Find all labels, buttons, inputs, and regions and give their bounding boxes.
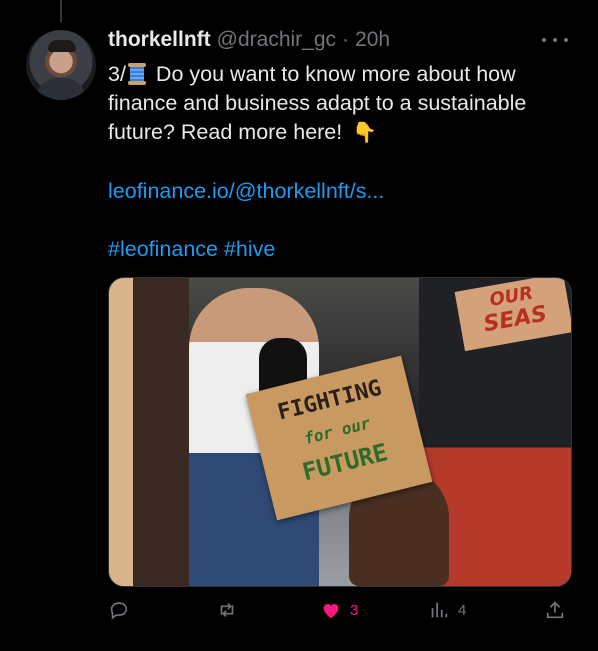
action-bar: 3 4	[108, 596, 570, 624]
separator-dot: ·	[342, 28, 350, 51]
hashtags[interactable]: #leofinance #hive	[108, 237, 275, 261]
views-icon	[431, 602, 448, 618]
author-name[interactable]: thorkellnft	[108, 28, 211, 52]
reply-icon	[110, 602, 128, 620]
tweet-media-image[interactable]: FIGHTING for our FUTURE OUR SEAS	[108, 277, 572, 587]
more-options-icon[interactable]	[542, 30, 568, 50]
thread-spool-icon	[127, 63, 146, 85]
reply-button[interactable]	[108, 596, 130, 624]
share-button[interactable]	[544, 596, 566, 624]
views-button[interactable]: 4	[428, 596, 466, 624]
tweet-body: Do you want to know more about how finan…	[108, 62, 527, 144]
views-count: 4	[458, 601, 467, 619]
heart-icon	[323, 604, 339, 619]
thread-index: 3/	[108, 62, 126, 86]
repost-icon	[220, 602, 234, 618]
repost-button[interactable]	[216, 596, 238, 624]
pointing-down-icon: 👇	[352, 122, 378, 144]
tweet-header: thorkellnft @drachir_gc · 20h	[108, 28, 390, 54]
tweet-text: 3/ Do you want to know more about how fi…	[108, 60, 568, 264]
like-count: 3	[350, 601, 359, 619]
avatar[interactable]	[26, 30, 96, 100]
like-button[interactable]: 3	[320, 596, 358, 624]
thread-connector-line	[60, 0, 62, 22]
tweet-timestamp[interactable]: 20h	[355, 28, 390, 52]
tweet-link[interactable]: leofinance.io/@thorkellnft/s...	[108, 179, 384, 203]
tweet[interactable]: thorkellnft @drachir_gc · 20h 3/ Do you …	[0, 0, 598, 651]
share-icon	[546, 601, 564, 619]
author-handle[interactable]: @drachir_gc	[217, 28, 336, 52]
